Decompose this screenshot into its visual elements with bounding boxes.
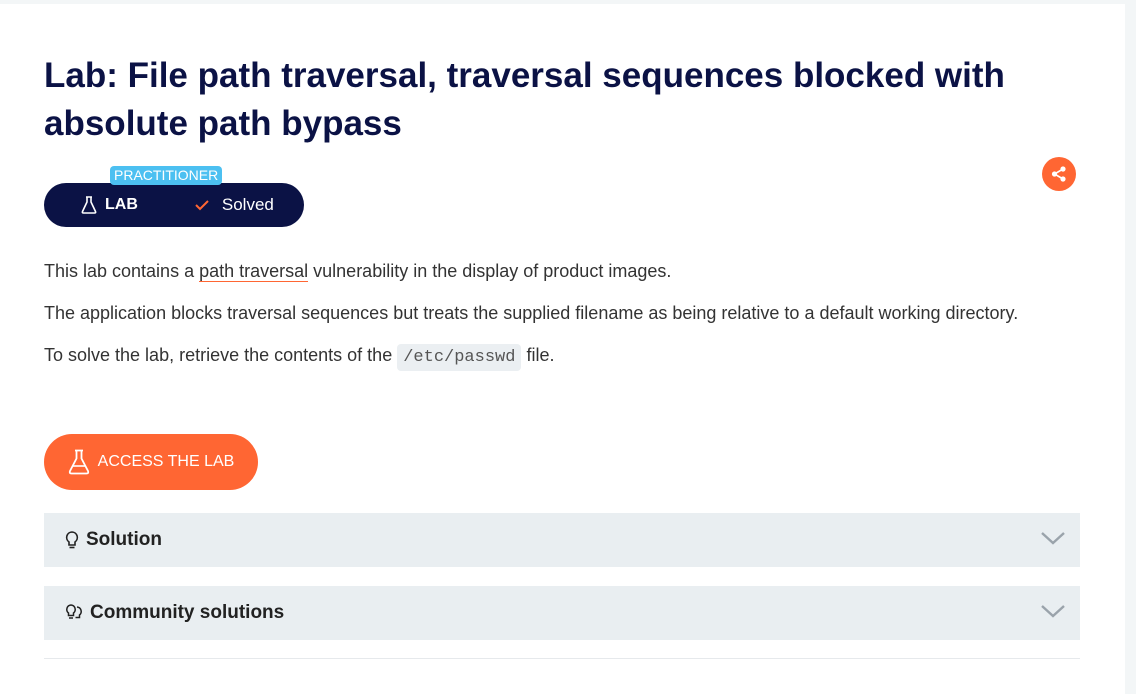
lab-page: Lab: File path traversal, traversal sequ…	[0, 4, 1125, 694]
community-solutions-accordion[interactable]: Community solutions	[44, 586, 1080, 640]
level-tag: PRACTITIONER	[110, 166, 223, 185]
access-lab-button[interactable]: ACCESS THE LAB	[44, 434, 258, 490]
check-icon	[195, 200, 209, 211]
lightbulb-icon	[64, 530, 80, 550]
share-button[interactable]	[1042, 157, 1076, 191]
lab-type: LAB	[81, 196, 138, 214]
page-title: Lab: File path traversal, traversal sequ…	[44, 56, 1005, 143]
lab-type-label: LAB	[105, 196, 138, 213]
chevron-down-icon[interactable]	[1040, 603, 1066, 619]
description-paragraph-2: The application blocks traversal sequenc…	[44, 303, 1019, 323]
divider	[44, 658, 1080, 659]
access-lab-label: ACCESS THE LAB	[97, 453, 235, 470]
solved-label: Solved	[221, 195, 274, 214]
flask-icon	[81, 196, 97, 214]
solution-accordion[interactable]: Solution	[44, 513, 1080, 567]
chevron-down-icon[interactable]	[1040, 530, 1066, 546]
community-icon	[64, 603, 84, 623]
share-icon	[1051, 166, 1066, 182]
passwd-path-code: /etc/passwd	[397, 344, 522, 371]
solution-label: Solution	[86, 529, 162, 550]
description-paragraph-1: This lab contains a path traversal vulne…	[44, 261, 672, 282]
lab-description: This lab contains a path traversal vulne…	[44, 254, 1074, 383]
community-solutions-label: Community solutions	[90, 602, 285, 623]
description-paragraph-3: To solve the lab, retrieve the contents …	[44, 338, 1074, 375]
path-traversal-link[interactable]: path traversal	[199, 261, 309, 282]
flask-icon	[68, 449, 89, 475]
solved-status: Solved	[194, 195, 274, 215]
lab-status-pill: LAB Solved	[44, 183, 304, 227]
